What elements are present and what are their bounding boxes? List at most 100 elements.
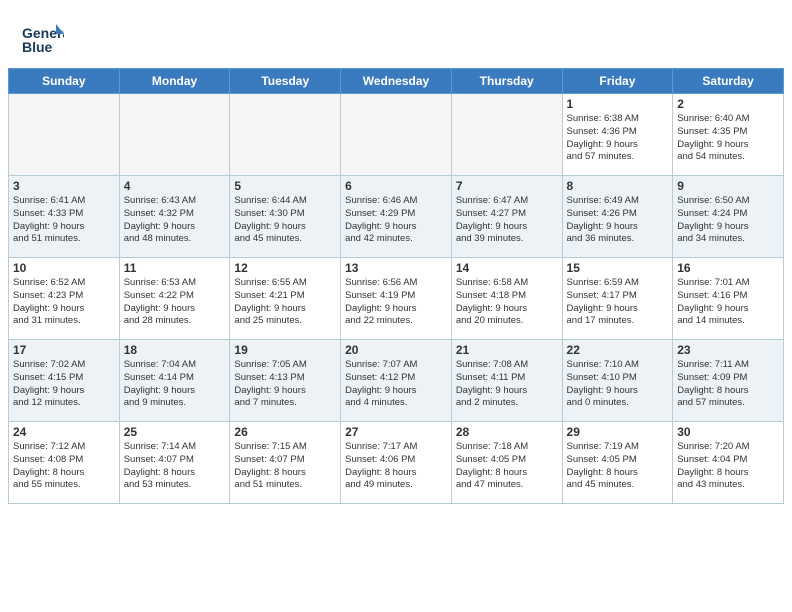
day-info: Sunrise: 6:59 AM Sunset: 4:17 PM Dayligh… — [567, 277, 669, 328]
calendar-week-row: 24 Sunrise: 7:12 AM Sunset: 4:08 PM Dayli… — [9, 422, 784, 504]
day-info: Sunrise: 7:12 AM Sunset: 4:08 PM Dayligh… — [13, 441, 115, 492]
day-number: 11 — [124, 261, 226, 275]
day-number: 23 — [677, 343, 779, 357]
day-info: Sunrise: 6:44 AM Sunset: 4:30 PM Dayligh… — [234, 195, 336, 246]
calendar-day-14: 14 Sunrise: 6:58 AM Sunset: 4:18 PM Dayli… — [451, 258, 562, 340]
day-number: 4 — [124, 179, 226, 193]
calendar-day-12: 12 Sunrise: 6:55 AM Sunset: 4:21 PM Dayli… — [230, 258, 341, 340]
calendar-day-empty — [341, 94, 452, 176]
day-number: 2 — [677, 97, 779, 111]
day-info: Sunrise: 7:19 AM Sunset: 4:05 PM Dayligh… — [567, 441, 669, 492]
calendar-day-27: 27 Sunrise: 7:17 AM Sunset: 4:06 PM Dayli… — [341, 422, 452, 504]
day-info: Sunrise: 7:02 AM Sunset: 4:15 PM Dayligh… — [13, 359, 115, 410]
day-header-sunday: Sunday — [9, 69, 120, 94]
day-header-monday: Monday — [119, 69, 230, 94]
day-header-friday: Friday — [562, 69, 673, 94]
calendar-day-4: 4 Sunrise: 6:43 AM Sunset: 4:32 PM Daylig… — [119, 176, 230, 258]
day-number: 22 — [567, 343, 669, 357]
calendar-week-row: 17 Sunrise: 7:02 AM Sunset: 4:15 PM Dayli… — [9, 340, 784, 422]
day-info: Sunrise: 6:49 AM Sunset: 4:26 PM Dayligh… — [567, 195, 669, 246]
day-info: Sunrise: 7:14 AM Sunset: 4:07 PM Dayligh… — [124, 441, 226, 492]
calendar-day-13: 13 Sunrise: 6:56 AM Sunset: 4:19 PM Dayli… — [341, 258, 452, 340]
calendar-day-23: 23 Sunrise: 7:11 AM Sunset: 4:09 PM Dayli… — [673, 340, 784, 422]
calendar-day-17: 17 Sunrise: 7:02 AM Sunset: 4:15 PM Dayli… — [9, 340, 120, 422]
calendar-day-empty — [230, 94, 341, 176]
day-number: 5 — [234, 179, 336, 193]
calendar-day-16: 16 Sunrise: 7:01 AM Sunset: 4:16 PM Dayli… — [673, 258, 784, 340]
day-number: 3 — [13, 179, 115, 193]
calendar-day-24: 24 Sunrise: 7:12 AM Sunset: 4:08 PM Dayli… — [9, 422, 120, 504]
calendar-week-row: 3 Sunrise: 6:41 AM Sunset: 4:33 PM Daylig… — [9, 176, 784, 258]
day-info: Sunrise: 6:52 AM Sunset: 4:23 PM Dayligh… — [13, 277, 115, 328]
calendar-day-empty — [9, 94, 120, 176]
day-number: 29 — [567, 425, 669, 439]
day-number: 12 — [234, 261, 336, 275]
day-number: 1 — [567, 97, 669, 111]
calendar-day-9: 9Sunrise: 6:50 AM Sunset: 4:24 PM Daylig… — [673, 176, 784, 258]
calendar-table: SundayMondayTuesdayWednesdayThursdayFrid… — [8, 68, 784, 504]
day-number: 14 — [456, 261, 558, 275]
day-number: 13 — [345, 261, 447, 275]
day-number: 19 — [234, 343, 336, 357]
calendar-day-25: 25Sunrise: 7:14 AM Sunset: 4:07 PM Dayli… — [119, 422, 230, 504]
day-info: Sunrise: 7:08 AM Sunset: 4:11 PM Dayligh… — [456, 359, 558, 410]
day-info: Sunrise: 7:05 AM Sunset: 4:13 PM Dayligh… — [234, 359, 336, 410]
header: General Blue — [0, 0, 792, 68]
day-info: Sunrise: 7:07 AM Sunset: 4:12 PM Dayligh… — [345, 359, 447, 410]
calendar-day-19: 19 Sunrise: 7:05 AM Sunset: 4:13 PM Dayli… — [230, 340, 341, 422]
calendar-day-11: 11Sunrise: 6:53 AM Sunset: 4:22 PM Dayli… — [119, 258, 230, 340]
day-info: Sunrise: 7:20 AM Sunset: 4:04 PM Dayligh… — [677, 441, 779, 492]
calendar-day-15: 15 Sunrise: 6:59 AM Sunset: 4:17 PM Dayli… — [562, 258, 673, 340]
day-number: 28 — [456, 425, 558, 439]
day-info: Sunrise: 6:47 AM Sunset: 4:27 PM Dayligh… — [456, 195, 558, 246]
calendar-wrapper: SundayMondayTuesdayWednesdayThursdayFrid… — [0, 68, 792, 510]
day-info: Sunrise: 6:41 AM Sunset: 4:33 PM Dayligh… — [13, 195, 115, 246]
day-info: Sunrise: 6:56 AM Sunset: 4:19 PM Dayligh… — [345, 277, 447, 328]
day-number: 30 — [677, 425, 779, 439]
day-info: Sunrise: 6:58 AM Sunset: 4:18 PM Dayligh… — [456, 277, 558, 328]
calendar-day-2: 2Sunrise: 6:40 AM Sunset: 4:35 PM Daylig… — [673, 94, 784, 176]
day-info: Sunrise: 7:18 AM Sunset: 4:05 PM Dayligh… — [456, 441, 558, 492]
day-number: 17 — [13, 343, 115, 357]
calendar-week-row: 10 Sunrise: 6:52 AM Sunset: 4:23 PM Dayli… — [9, 258, 784, 340]
day-number: 16 — [677, 261, 779, 275]
day-info: Sunrise: 6:38 AM Sunset: 4:36 PM Dayligh… — [567, 113, 669, 164]
day-info: Sunrise: 7:15 AM Sunset: 4:07 PM Dayligh… — [234, 441, 336, 492]
day-info: Sunrise: 7:04 AM Sunset: 4:14 PM Dayligh… — [124, 359, 226, 410]
day-info: Sunrise: 7:11 AM Sunset: 4:09 PM Dayligh… — [677, 359, 779, 410]
day-number: 15 — [567, 261, 669, 275]
day-info: Sunrise: 6:55 AM Sunset: 4:21 PM Dayligh… — [234, 277, 336, 328]
day-header-wednesday: Wednesday — [341, 69, 452, 94]
calendar-day-empty — [119, 94, 230, 176]
calendar-day-26: 26 Sunrise: 7:15 AM Sunset: 4:07 PM Dayli… — [230, 422, 341, 504]
calendar-day-22: 22 Sunrise: 7:10 AM Sunset: 4:10 PM Dayli… — [562, 340, 673, 422]
calendar-day-10: 10 Sunrise: 6:52 AM Sunset: 4:23 PM Dayli… — [9, 258, 120, 340]
day-info: Sunrise: 7:10 AM Sunset: 4:10 PM Dayligh… — [567, 359, 669, 410]
svg-text:Blue: Blue — [22, 39, 53, 55]
day-header-saturday: Saturday — [673, 69, 784, 94]
calendar-body: 1 Sunrise: 6:38 AM Sunset: 4:36 PM Daylig… — [9, 94, 784, 504]
day-number: 7 — [456, 179, 558, 193]
logo: General Blue — [20, 16, 64, 60]
day-number: 27 — [345, 425, 447, 439]
day-info: Sunrise: 7:17 AM Sunset: 4:06 PM Dayligh… — [345, 441, 447, 492]
day-info: Sunrise: 7:01 AM Sunset: 4:16 PM Dayligh… — [677, 277, 779, 328]
day-number: 18 — [124, 343, 226, 357]
day-number: 10 — [13, 261, 115, 275]
day-info: Sunrise: 6:50 AM Sunset: 4:24 PM Dayligh… — [677, 195, 779, 246]
calendar-day-18: 18 Sunrise: 7:04 AM Sunset: 4:14 PM Dayli… — [119, 340, 230, 422]
calendar-day-20: 20 Sunrise: 7:07 AM Sunset: 4:12 PM Dayli… — [341, 340, 452, 422]
day-number: 8 — [567, 179, 669, 193]
calendar-header-row: SundayMondayTuesdayWednesdayThursdayFrid… — [9, 69, 784, 94]
calendar-day-6: 6Sunrise: 6:46 AM Sunset: 4:29 PM Daylig… — [341, 176, 452, 258]
calendar-day-5: 5 Sunrise: 6:44 AM Sunset: 4:30 PM Daylig… — [230, 176, 341, 258]
day-number: 20 — [345, 343, 447, 357]
calendar-day-7: 7 Sunrise: 6:47 AM Sunset: 4:27 PM Daylig… — [451, 176, 562, 258]
calendar-day-29: 29 Sunrise: 7:19 AM Sunset: 4:05 PM Dayli… — [562, 422, 673, 504]
calendar-day-21: 21Sunrise: 7:08 AM Sunset: 4:11 PM Dayli… — [451, 340, 562, 422]
day-header-tuesday: Tuesday — [230, 69, 341, 94]
day-number: 24 — [13, 425, 115, 439]
calendar-day-1: 1 Sunrise: 6:38 AM Sunset: 4:36 PM Daylig… — [562, 94, 673, 176]
day-info: Sunrise: 6:43 AM Sunset: 4:32 PM Dayligh… — [124, 195, 226, 246]
day-number: 26 — [234, 425, 336, 439]
